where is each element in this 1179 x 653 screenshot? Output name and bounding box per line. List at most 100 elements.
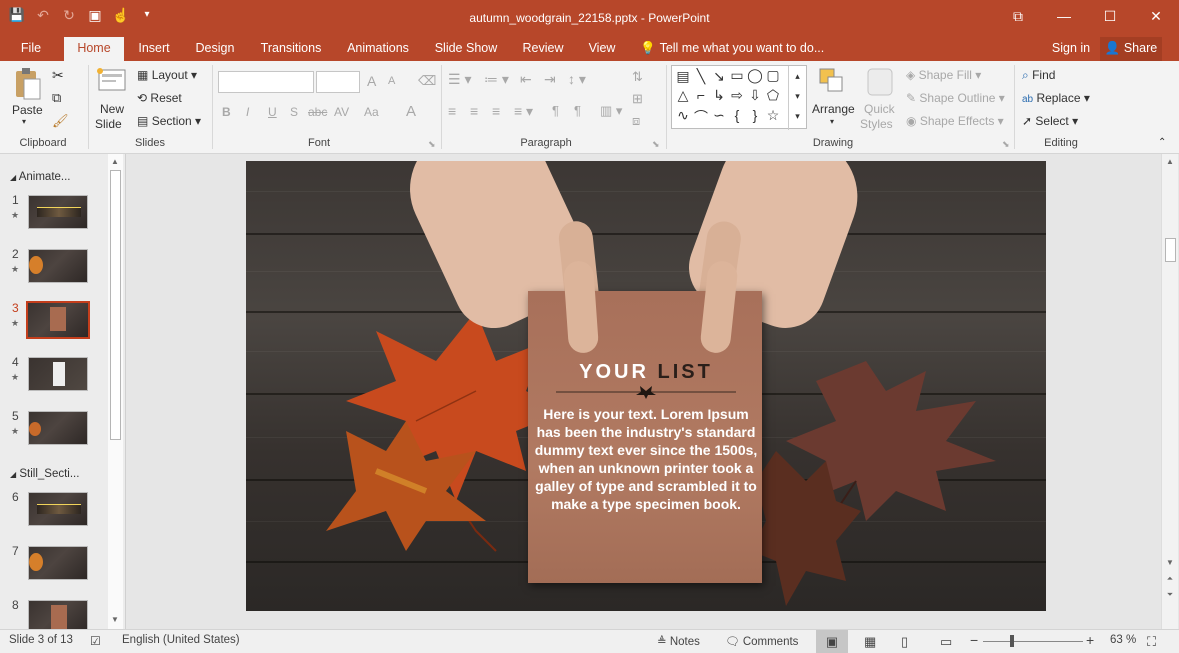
right-arrow-shape-icon[interactable]: ⇨ <box>728 87 746 104</box>
format-painter-icon[interactable]: 🖌 <box>52 113 69 129</box>
layout-button[interactable]: ▦ Layout ▾ <box>137 68 197 82</box>
new-slide-button[interactable]: New <box>100 102 124 116</box>
font-name-combo[interactable] <box>218 71 314 93</box>
shape-outline-button[interactable]: ✎ Shape Outline ▾ <box>906 91 1005 105</box>
italic-button[interactable]: I <box>246 105 249 119</box>
shrink-font-icon[interactable]: A <box>388 75 395 87</box>
zoom-slider-thumb[interactable] <box>1010 635 1014 647</box>
bullets-icon[interactable]: ☰ ▾ <box>448 71 471 88</box>
copy-icon[interactable]: ⧉ <box>52 90 61 106</box>
thumbnail-scroll-thumb[interactable] <box>110 170 121 440</box>
shapes-gallery[interactable]: ▤ ╲ ↘ ▭ ◯ ▢ △ ⌐ ↳ ⇨ ⇩ ⬠ ∿ ⌒ ∽ { } ☆ ▴ ▾ ▾ <box>671 65 807 130</box>
sign-in-link[interactable]: Sign in <box>1048 37 1094 61</box>
reset-button[interactable]: ⟲ Reset <box>137 91 182 105</box>
tab-slide-show[interactable]: Slide Show <box>430 37 502 61</box>
notes-button[interactable]: ≜ Notes <box>657 634 700 648</box>
clear-formatting-icon[interactable]: ⌫ <box>418 73 436 89</box>
drawing-dialog-launcher-icon[interactable]: ⬊ <box>1002 139 1010 150</box>
text-direction-icon[interactable]: ⇅ <box>632 69 643 85</box>
quick-styles-label2[interactable]: Styles <box>860 117 893 131</box>
slide-vertical-scrollbar[interactable]: ▲ ▼ ⏶ ⏷ <box>1161 154 1178 629</box>
font-size-combo[interactable] <box>316 71 360 93</box>
fit-slide-icon[interactable]: ⛶ <box>1147 634 1156 650</box>
oval-shape-icon[interactable]: ◯ <box>746 67 764 84</box>
close-button[interactable]: ✕ <box>1133 0 1179 32</box>
grow-font-icon[interactable]: A <box>367 73 376 89</box>
comments-button[interactable]: 🗨 Comments <box>725 634 798 648</box>
font-color-button[interactable]: A <box>406 103 416 120</box>
slide-sorter-icon[interactable]: ▦ <box>864 634 876 650</box>
bold-button[interactable]: B <box>222 105 231 119</box>
quick-styles-button[interactable]: Quick <box>864 102 895 116</box>
shape-effects-button[interactable]: ◉ Shape Effects ▾ <box>906 114 1004 128</box>
flowchart-shape-icon[interactable]: ⬠ <box>764 87 782 104</box>
arrange-button[interactable]: Arrange <box>812 102 855 116</box>
minimize-button[interactable]: — <box>1041 0 1087 32</box>
slide-thumbnail-6[interactable] <box>28 492 88 526</box>
paragraph-dialog-launcher-icon[interactable]: ⬊ <box>652 139 660 150</box>
strikethrough-button[interactable]: abc <box>308 105 327 119</box>
select-button[interactable]: ➚ Select ▾ <box>1022 114 1078 128</box>
arrow-line-shape-icon[interactable]: ↘ <box>710 68 728 85</box>
zoom-level[interactable]: 63 % <box>1110 634 1136 646</box>
paste-button[interactable]: Paste <box>12 103 43 117</box>
tab-file[interactable]: File <box>10 37 52 61</box>
collapse-ribbon-icon[interactable]: ⌃ <box>1158 137 1166 148</box>
tab-transitions[interactable]: Transitions <box>255 37 327 61</box>
decrease-indent-icon[interactable]: ⇤ <box>520 71 532 88</box>
language-indicator[interactable]: English (United States) <box>122 634 240 646</box>
slide-thumbnail-4[interactable] <box>28 357 88 391</box>
cut-icon[interactable]: ✂ <box>52 67 64 84</box>
align-text-icon[interactable]: ⊞ <box>632 91 643 107</box>
new-slide-icon[interactable] <box>96 67 128 95</box>
align-center-icon[interactable]: ≡ <box>470 103 478 119</box>
section-button[interactable]: ▤ Section ▾ <box>137 114 201 128</box>
character-spacing-button[interactable]: AV <box>334 105 349 119</box>
freeform-shape-icon[interactable]: ∿ <box>674 107 692 124</box>
down-arrow-shape-icon[interactable]: ⇩ <box>746 87 764 104</box>
star-shape-icon[interactable]: ☆ <box>764 107 782 124</box>
new-slide-label2[interactable]: Slide <box>95 117 122 131</box>
scroll-up-icon[interactable]: ▲ <box>1164 157 1176 166</box>
text-direction-ltr-icon[interactable]: ¶ <box>552 103 559 118</box>
previous-slide-icon[interactable]: ⏶ <box>1164 574 1176 584</box>
ribbon-display-options-icon[interactable]: ⧉ <box>995 0 1041 32</box>
elbow-arrow-shape-icon[interactable]: ↳ <box>710 87 728 104</box>
convert-to-smartart-icon[interactable]: ⧈ <box>632 113 640 129</box>
slide-canvas[interactable]: YOUR LIST Here is your text. Lorem Ipsum… <box>246 161 1046 611</box>
scroll-down-icon[interactable]: ▼ <box>109 615 121 624</box>
align-left-icon[interactable]: ≡ <box>448 103 456 119</box>
zoom-slider-track[interactable] <box>983 641 1083 642</box>
triangle-shape-icon[interactable]: △ <box>674 87 692 104</box>
left-brace-shape-icon[interactable]: { <box>728 107 746 123</box>
slide-show-view-icon[interactable]: ▭ <box>940 634 952 650</box>
slide-scroll-thumb[interactable] <box>1165 238 1176 262</box>
right-brace-shape-icon[interactable]: } <box>746 107 764 123</box>
scroll-down-icon[interactable]: ▼ <box>1164 558 1176 567</box>
tab-view[interactable]: View <box>584 37 620 61</box>
paste-dropdown-icon[interactable]: ▾ <box>22 117 26 126</box>
next-slide-icon[interactable]: ⏷ <box>1164 590 1176 600</box>
shapes-more-icon[interactable]: ▴ ▾ ▾ <box>788 66 806 130</box>
slide-body-text[interactable]: Here is your text. Lorem Ipsum has been … <box>534 405 758 513</box>
font-dialog-launcher-icon[interactable]: ⬊ <box>428 139 436 150</box>
increase-indent-icon[interactable]: ⇥ <box>544 71 556 88</box>
change-case-button[interactable]: Aa <box>364 105 379 119</box>
underline-button[interactable]: U <box>268 105 277 119</box>
spell-check-icon[interactable]: ☑ <box>90 634 101 648</box>
tab-insert[interactable]: Insert <box>132 37 176 61</box>
columns-icon[interactable]: ▥ ▾ <box>600 103 622 119</box>
thumbnail-scrollbar[interactable]: ▲ ▼ <box>108 154 123 629</box>
slide-thumbnail-3[interactable] <box>26 301 90 339</box>
elbow-connector-shape-icon[interactable]: ⌐ <box>692 87 710 103</box>
text-shadow-button[interactable]: S <box>290 105 298 119</box>
share-button[interactable]: 👤 Share <box>1100 37 1162 61</box>
rounded-rect-shape-icon[interactable]: ▢ <box>764 67 782 84</box>
find-button[interactable]: ⌕ Find <box>1022 68 1055 83</box>
slide-thumbnail-1[interactable] <box>28 195 88 229</box>
tab-animations[interactable]: Animations <box>340 37 416 61</box>
text-direction-rtl-icon[interactable]: ¶ <box>574 103 581 118</box>
quick-styles-icon[interactable] <box>866 67 894 97</box>
maximize-button[interactable]: ☐ <box>1087 0 1133 32</box>
normal-view-icon[interactable]: ▣ <box>816 630 848 653</box>
